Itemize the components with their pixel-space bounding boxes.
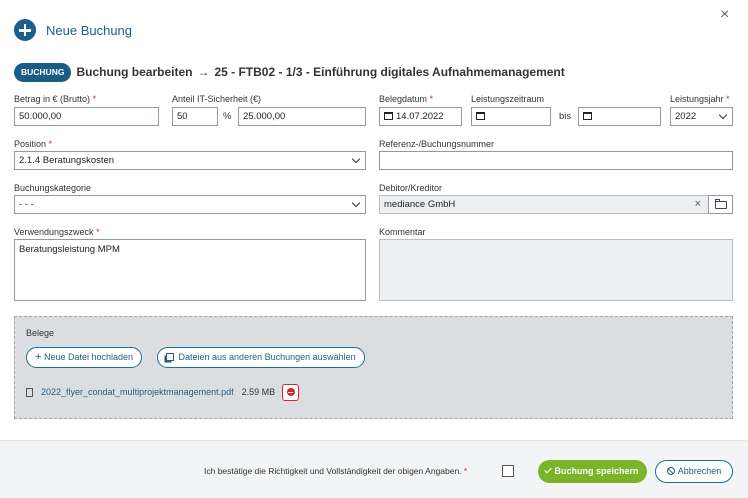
betrag-label: Betrag in € (Brutto) *: [14, 94, 97, 104]
copy-icon: [166, 353, 174, 361]
belegdatum-input[interactable]: 14.07.2022: [379, 107, 462, 126]
chevron-down-icon: [351, 154, 361, 164]
referenz-input[interactable]: [379, 151, 733, 170]
save-button[interactable]: Buchung speichern: [538, 460, 647, 483]
file-link[interactable]: 2022_flyer_condat_multiprojektmanagement…: [41, 387, 234, 397]
booking-badge: BUCHUNG: [14, 62, 72, 82]
arrow-right-icon: →: [197, 65, 210, 79]
betrag-input[interactable]: 50.000,00: [14, 107, 159, 126]
belegdatum-value: 14.07.2022: [396, 111, 444, 122]
position-value: 2.1.4 Beratungskosten: [19, 155, 115, 166]
anteil-label: Anteil IT-Sicherheit (€): [172, 94, 262, 104]
save-label: Buchung speichern: [554, 466, 639, 476]
file-icon: [26, 387, 33, 397]
verwendungszweck-textarea[interactable]: Beratungsleistung MPM: [14, 239, 366, 301]
close-icon[interactable]: ×: [720, 6, 729, 24]
leistungsjahr-select[interactable]: 2022: [670, 107, 733, 126]
confirm-text: Ich bestätige die Richtigkeit und Vollst…: [204, 466, 468, 476]
debitor-input[interactable]: mediance GmbH ×: [379, 195, 709, 214]
select-other-files-label: Dateien aus anderen Buchungen auswählen: [178, 352, 356, 362]
position-label: Position *: [14, 139, 53, 149]
booking-heading: Buchung bearbeiten: [76, 65, 193, 79]
plus-icon: +: [35, 351, 42, 363]
belege-title: Belege: [26, 328, 55, 338]
cancel-label: Abbrechen: [677, 466, 722, 476]
ban-icon: [666, 467, 675, 475]
leistungsjahr-label: Leistungsjahr *: [670, 94, 730, 104]
project-name: 25 - FTB02 - 1/3 - Einführung digitales …: [214, 65, 565, 79]
plus-circle-icon: [14, 19, 36, 41]
kategorie-label: Buchungskategorie: [14, 183, 92, 193]
select-other-files-button[interactable]: Dateien aus anderen Buchungen auswählen: [157, 347, 365, 368]
calendar-icon: [384, 112, 393, 120]
belegdatum-label: Belegdatum *: [379, 94, 434, 104]
debitor-value: mediance GmbH: [384, 199, 456, 210]
new-booking-header[interactable]: Neue Buchung: [14, 19, 132, 41]
leistungszeitraum-to-input[interactable]: [578, 107, 661, 126]
remove-file-button[interactable]: [282, 383, 300, 401]
modal-footer: Ich bestätige die Richtigkeit und Vollst…: [0, 440, 748, 498]
debitor-browse-button[interactable]: [708, 195, 733, 214]
calendar-icon: [476, 112, 485, 120]
file-size: 2.59 MB: [241, 387, 276, 397]
modal-title: Neue Buchung: [46, 22, 133, 38]
kategorie-select[interactable]: - - -: [14, 195, 366, 214]
anteil-amount-input[interactable]: 25.000,00: [238, 107, 366, 126]
kategorie-value: - - -: [19, 199, 34, 210]
belege-dropzone[interactable]: Belege + Neue Datei hochladen Dateien au…: [14, 316, 733, 419]
leistungszeitraum-from-input[interactable]: [471, 107, 551, 126]
clear-icon[interactable]: ×: [695, 196, 701, 213]
percent-symbol: %: [223, 111, 232, 122]
bis-label: bis: [559, 111, 572, 122]
debitor-label: Debitor/Kreditor: [379, 183, 443, 193]
position-select[interactable]: 2.1.4 Beratungskosten: [14, 151, 366, 170]
booking-title-row: BUCHUNG Buchung bearbeiten → 25 - FTB02 …: [14, 62, 565, 82]
kommentar-label: Kommentar: [379, 227, 426, 237]
leistungszeitraum-label: Leistungszeitraum: [471, 94, 545, 104]
verwendungszweck-label: Verwendungszweck *: [14, 227, 100, 237]
chevron-down-icon: [351, 198, 361, 208]
upload-file-label: Neue Datei hochladen: [43, 352, 134, 362]
calendar-icon: [583, 112, 592, 120]
cancel-button[interactable]: Abbrechen: [655, 460, 733, 483]
anteil-percent-input[interactable]: 50: [172, 107, 218, 126]
check-icon: [544, 465, 553, 474]
upload-file-button[interactable]: + Neue Datei hochladen: [26, 347, 143, 368]
file-list-item: 2022_flyer_condat_multiprojektmanagement…: [26, 383, 300, 401]
confirm-checkbox[interactable]: [502, 465, 514, 477]
chevron-down-icon: [718, 110, 728, 120]
referenz-label: Referenz-/Buchungsnummer: [379, 139, 495, 149]
leistungsjahr-value: 2022: [675, 111, 697, 122]
folder-icon: [715, 201, 727, 209]
kommentar-textarea[interactable]: [379, 239, 733, 301]
